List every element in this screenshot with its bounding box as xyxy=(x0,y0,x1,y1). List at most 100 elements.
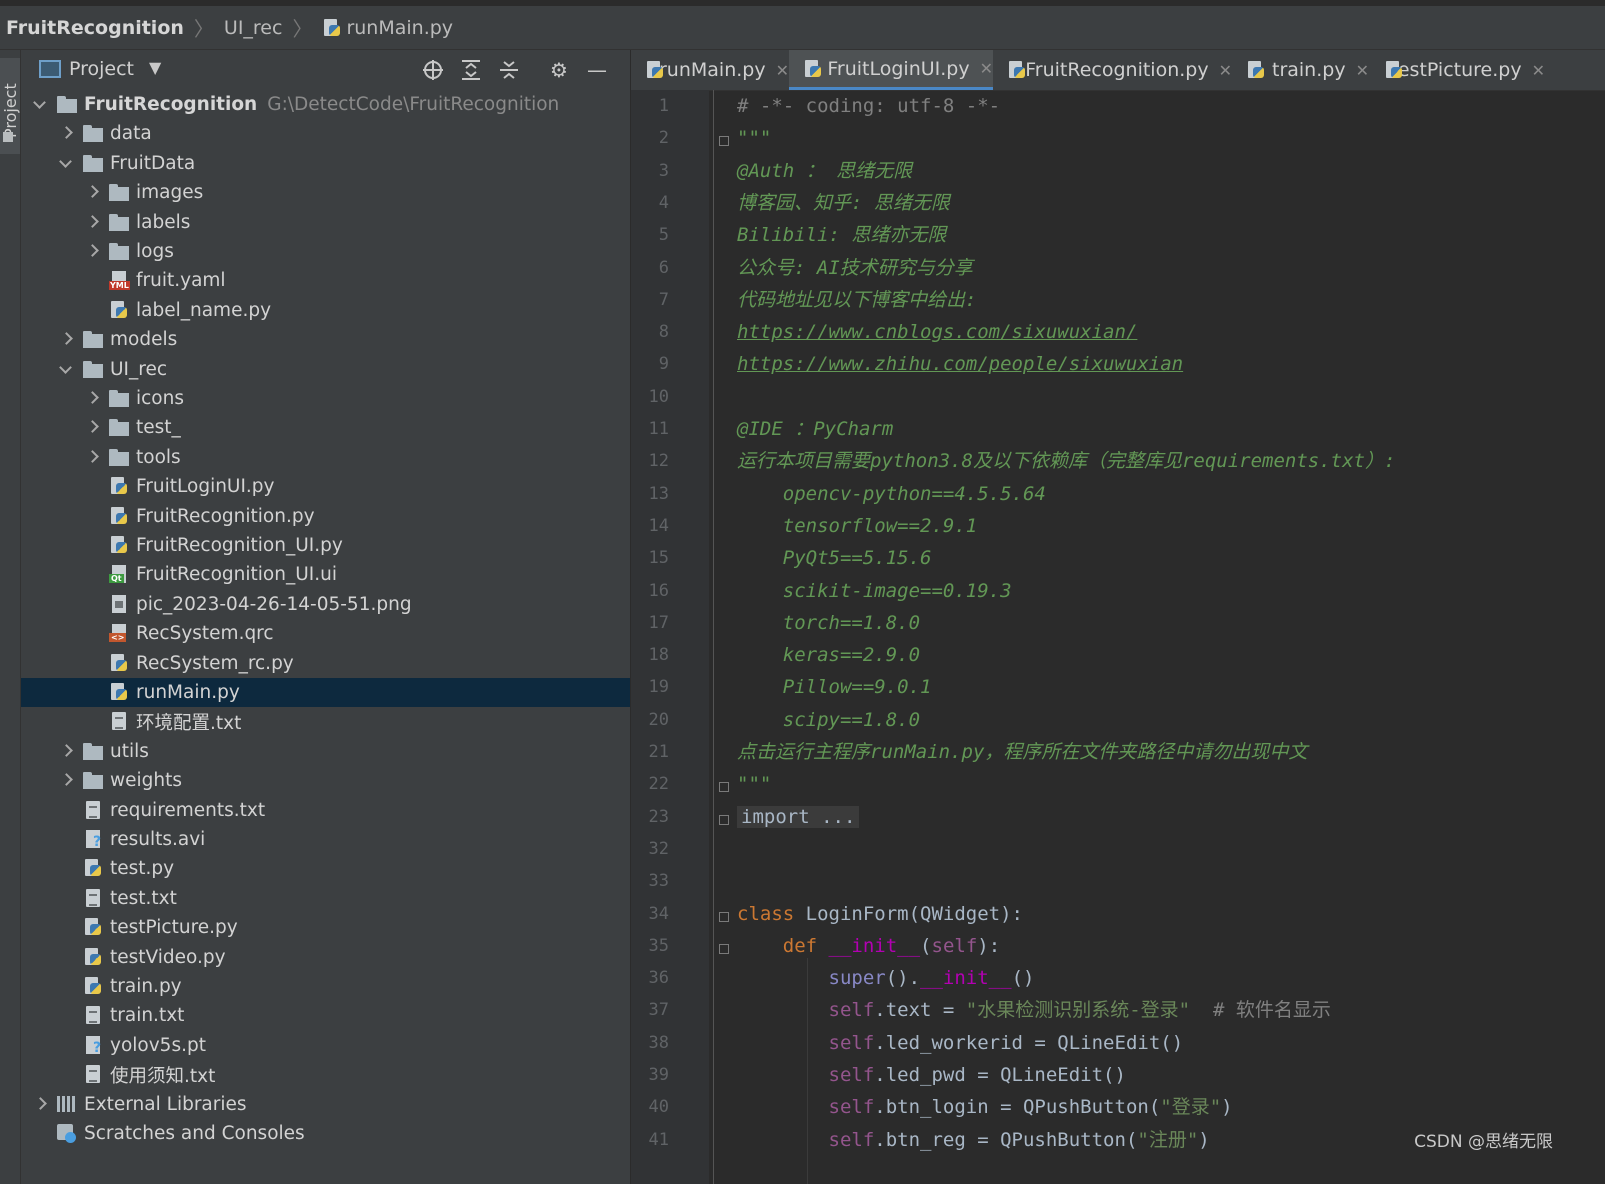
tree-item-label: FruitData xyxy=(110,152,196,174)
chevron-right-icon[interactable] xyxy=(33,1097,47,1111)
code-token: Pillow==9.0.1 xyxy=(737,676,932,699)
tree-item[interactable]: External Libraries xyxy=(21,1090,630,1119)
tree-item[interactable]: logs xyxy=(21,237,630,266)
tree-item[interactable]: testPicture.py xyxy=(21,913,630,942)
tree-item[interactable]: 环境配置.txt xyxy=(21,707,630,736)
tree-item[interactable]: label_name.py xyxy=(21,296,630,325)
unknown-file-icon xyxy=(83,829,103,849)
tree-item[interactable]: FruitRecognition.py xyxy=(21,502,630,531)
project-view-selector[interactable]: Project xyxy=(69,58,134,80)
chevron-right-icon[interactable] xyxy=(59,332,73,346)
tree-item[interactable]: labels xyxy=(21,208,630,237)
tree-item-label: utils xyxy=(110,740,149,762)
chevron-right-icon[interactable] xyxy=(85,185,99,199)
scratches-icon xyxy=(57,1123,77,1143)
chevron-right-icon[interactable] xyxy=(85,450,99,464)
project-tool-tab[interactable]: Project xyxy=(0,58,20,154)
tree-item[interactable]: requirements.txt xyxy=(21,796,630,825)
breadcrumb-root[interactable]: FruitRecognition xyxy=(0,17,184,39)
qt-ui-file-icon xyxy=(109,564,129,584)
line-number: 40 xyxy=(648,1097,669,1118)
tree-item[interactable]: pic_2023-04-26-14-05-51.png xyxy=(21,590,630,619)
close-icon[interactable]: ✕ xyxy=(980,59,993,78)
tree-item[interactable]: FruitLoginUI.py xyxy=(21,472,630,501)
tree-item[interactable]: Scratches and Consoles xyxy=(21,1119,630,1148)
close-icon[interactable]: ✕ xyxy=(1219,61,1232,80)
python-file-icon xyxy=(1007,60,1026,80)
tree-item-label: fruit.yaml xyxy=(136,270,226,292)
tree-root[interactable]: FruitRecognition G:\DetectCode\FruitRecog… xyxy=(21,90,630,119)
chevron-down-icon[interactable] xyxy=(59,157,73,171)
chevron-down-icon[interactable] xyxy=(59,363,73,377)
editor-tab[interactable]: FruitLoginUI.py ✕ xyxy=(789,50,993,90)
tree-item[interactable]: FruitRecognition_UI.py xyxy=(21,531,630,560)
tree-item-label: runMain.py xyxy=(136,682,240,703)
editor-tab[interactable]: FruitRecognition.py ✕ xyxy=(993,50,1232,90)
tree-item[interactable]: tools xyxy=(21,443,630,472)
code-token: ) xyxy=(1221,1096,1233,1119)
editor-tab[interactable]: train.py ✕ xyxy=(1232,50,1370,90)
tree-item[interactable]: testVideo.py xyxy=(21,943,630,972)
close-icon[interactable]: ✕ xyxy=(1356,61,1369,80)
tree-item[interactable]: RecSystem.qrc xyxy=(21,619,630,648)
chevron-right-icon[interactable] xyxy=(59,773,73,787)
tree-item-label: UI_rec xyxy=(110,358,167,380)
editor-tab[interactable]: testPicture.py ✕ xyxy=(1370,50,1545,90)
gear-icon[interactable]: ⚙ xyxy=(545,56,573,84)
code-token: .led_pwd = QLineEdit() xyxy=(874,1064,1126,1086)
tree-item[interactable]: FruitData xyxy=(21,149,630,178)
tree-item[interactable]: RecSystem_rc.py xyxy=(21,649,630,678)
code-token: .btn_login = QPushButton( xyxy=(874,1096,1161,1119)
collapse-all-icon[interactable] xyxy=(495,56,523,84)
line-number: 4 xyxy=(658,192,669,213)
tree-item[interactable]: icons xyxy=(21,384,630,413)
code-token: .led_workerid = QLineEdit() xyxy=(874,1031,1184,1054)
chevron-right-icon[interactable] xyxy=(85,244,99,258)
close-icon[interactable]: ✕ xyxy=(1532,61,1545,80)
tree-item[interactable]: test.py xyxy=(21,854,630,883)
tree-item-label: test_ xyxy=(136,417,181,439)
tree-item[interactable]: weights xyxy=(21,766,630,795)
tree-item[interactable]: FruitRecognition_UI.ui xyxy=(21,560,630,589)
chevron-right-icon[interactable] xyxy=(85,215,99,229)
code-line: tensorflow==2.9.1 xyxy=(737,512,977,540)
tree-item[interactable]: models xyxy=(21,325,630,354)
chevron-down-icon[interactable]: ▼ xyxy=(149,58,161,77)
project-panel-header: Project ▼ ⚙ — xyxy=(21,50,630,90)
locate-file-icon[interactable] xyxy=(419,56,447,84)
tree-item[interactable]: train.txt xyxy=(21,1001,630,1030)
tree-item-label: icons xyxy=(136,388,184,409)
hide-panel-icon[interactable]: — xyxy=(583,56,611,84)
tree-item[interactable]: images xyxy=(21,178,630,207)
line-number: 1 xyxy=(658,96,669,116)
text-file-icon xyxy=(83,800,103,820)
code-area[interactable]: # -*- coding: utf-8 -*- """ @Auth ： 思绪无限 博客… xyxy=(709,90,1605,1184)
tree-item[interactable]: UI_rec xyxy=(21,355,630,384)
chevron-right-icon[interactable] xyxy=(85,420,99,434)
line-number: 23 xyxy=(648,806,669,827)
folder-icon xyxy=(83,153,103,173)
tree-item[interactable]: runMain.py xyxy=(21,678,630,707)
tree-item[interactable]: yolov5s.pt xyxy=(21,1031,630,1060)
editor-tab[interactable]: runMain.py ✕ xyxy=(631,50,789,90)
chevron-right-icon[interactable] xyxy=(85,391,99,405)
breadcrumb-folder[interactable]: UI_rec xyxy=(224,17,283,39)
tree-item[interactable]: fruit.yaml xyxy=(21,266,630,295)
chevron-right-icon[interactable] xyxy=(59,744,73,758)
tree-item[interactable]: results.avi xyxy=(21,825,630,854)
code-token: .text = xyxy=(874,999,966,1022)
tree-item[interactable]: data xyxy=(21,119,630,148)
tree-item[interactable]: train.py xyxy=(21,972,630,1001)
breadcrumb-file[interactable]: runMain.py xyxy=(322,17,453,39)
tree-item[interactable]: test.txt xyxy=(21,884,630,913)
tree-item[interactable]: 使用须知.txt xyxy=(21,1060,630,1089)
tree-item[interactable]: test_ xyxy=(21,413,630,442)
chevron-down-icon[interactable] xyxy=(33,98,47,112)
tree-item[interactable]: utils xyxy=(21,737,630,766)
indent-guide xyxy=(807,957,808,1184)
chevron-right-icon[interactable] xyxy=(59,126,73,140)
yaml-file-icon xyxy=(109,270,130,291)
close-icon[interactable]: ✕ xyxy=(776,61,789,80)
expand-all-icon[interactable] xyxy=(457,56,485,84)
